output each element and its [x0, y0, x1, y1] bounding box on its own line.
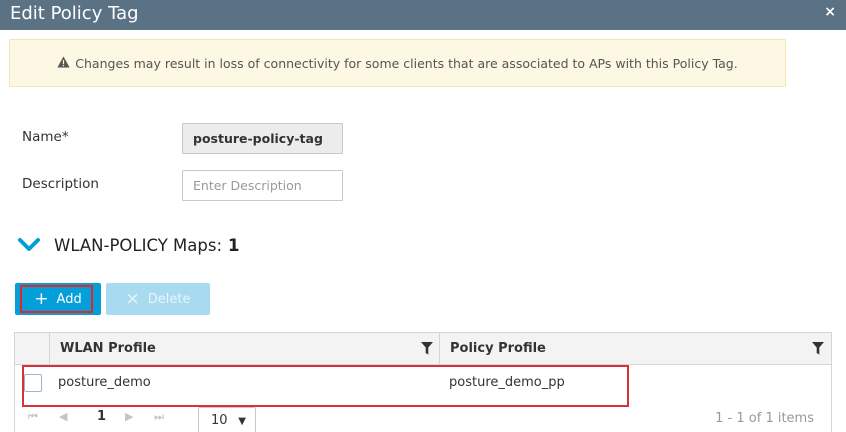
- column-header-wlan-profile[interactable]: WLAN Profile: [60, 333, 156, 364]
- section-title: WLAN-POLICY Maps:: [54, 235, 222, 255]
- page-size-select[interactable]: 10 ▼: [198, 407, 256, 432]
- page-size-value: 10: [211, 413, 228, 428]
- warning-banner: Changes may result in loss of connectivi…: [9, 39, 786, 87]
- add-button[interactable]: + Add: [15, 283, 101, 315]
- close-icon[interactable]: ×: [824, 4, 836, 20]
- name-label: Name*: [22, 129, 69, 145]
- filter-icon[interactable]: [421, 342, 433, 355]
- chevron-down-icon[interactable]: [18, 237, 40, 253]
- pagination: ⏮ ◀ 1 ▶ ⏭ 10 ▼ 1 - 1 of 1 items: [14, 405, 832, 432]
- column-divider: [439, 333, 440, 364]
- add-button-highlight: [20, 285, 93, 313]
- description-label: Description: [22, 176, 99, 192]
- table-header: WLAN Profile Policy Profile: [15, 333, 831, 365]
- column-divider: [49, 333, 50, 364]
- row-highlight: [22, 365, 629, 407]
- delete-button-label: Delete: [147, 291, 191, 307]
- last-page-icon[interactable]: ⏭: [154, 410, 164, 424]
- close-icon: ×: [125, 289, 140, 309]
- name-field[interactable]: posture-policy-tag: [182, 123, 343, 154]
- dialog-titlebar: Edit Policy Tag ×: [0, 0, 846, 30]
- description-field[interactable]: Enter Description: [182, 170, 343, 201]
- warning-text: Changes may result in loss of connectivi…: [75, 55, 738, 71]
- caret-down-icon: ▼: [238, 416, 246, 427]
- column-header-policy-profile[interactable]: Policy Profile: [450, 333, 546, 364]
- warning-triangle-icon: [57, 56, 70, 71]
- current-page[interactable]: 1: [97, 409, 106, 424]
- filter-icon[interactable]: [812, 342, 824, 355]
- section-count: 1: [228, 235, 240, 255]
- first-page-icon[interactable]: ⏮: [28, 410, 38, 424]
- delete-button[interactable]: × Delete: [106, 283, 210, 315]
- prev-page-icon[interactable]: ◀: [59, 410, 67, 423]
- next-page-icon[interactable]: ▶: [125, 410, 133, 423]
- wlan-policy-maps-section[interactable]: WLAN-POLICY Maps: 1: [18, 232, 239, 258]
- pagination-summary: 1 - 1 of 1 items: [715, 411, 814, 426]
- dialog-title: Edit Policy Tag: [10, 3, 139, 24]
